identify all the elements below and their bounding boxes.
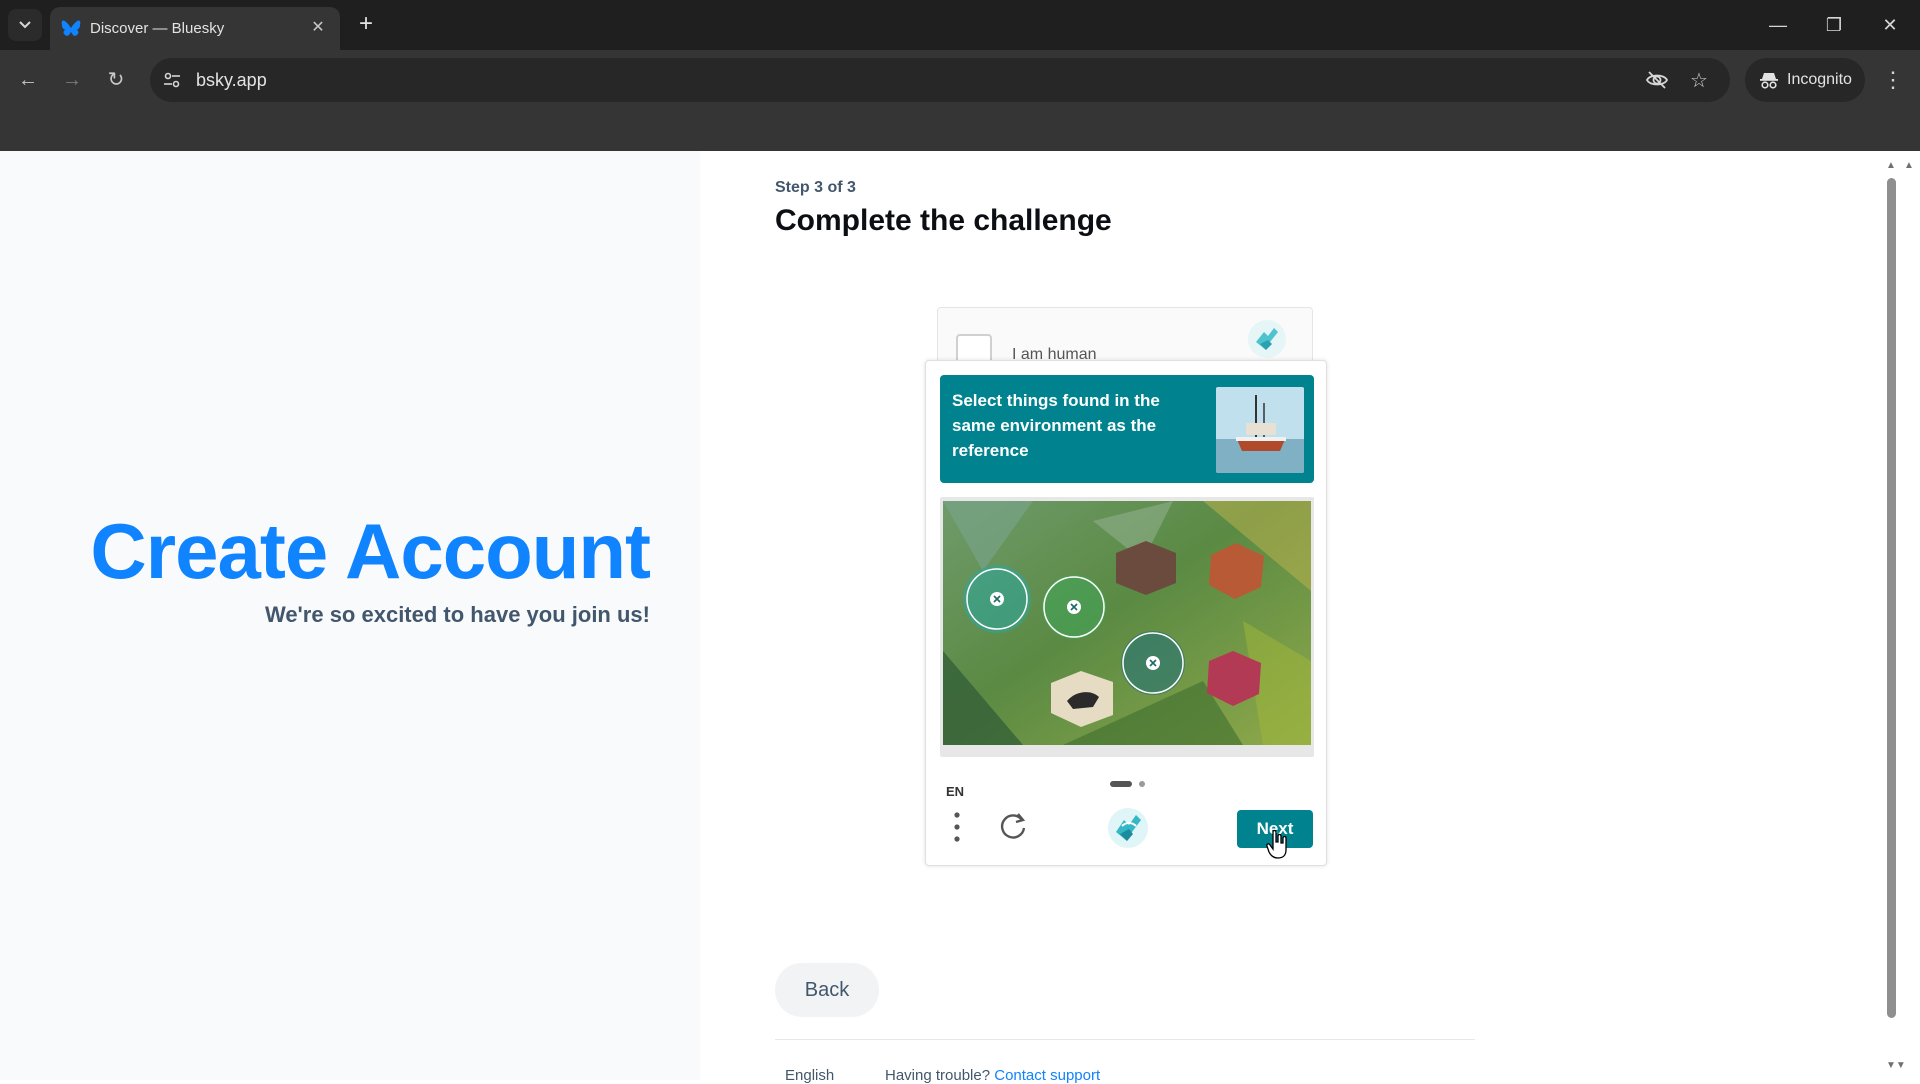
browser-tab[interactable]: Discover — Bluesky ✕ bbox=[50, 7, 340, 50]
captcha-image-area bbox=[940, 497, 1314, 757]
mouse-cursor-icon bbox=[1266, 830, 1287, 859]
more-options-icon[interactable] bbox=[952, 810, 962, 844]
incognito-label: Incognito bbox=[1787, 71, 1852, 88]
page-content: Create Account We're so excited to have … bbox=[0, 151, 1920, 1084]
site-settings-icon[interactable] bbox=[162, 70, 182, 90]
left-panel: Create Account We're so excited to have … bbox=[0, 151, 700, 1080]
contact-support-link[interactable]: Contact support bbox=[994, 1067, 1100, 1084]
forward-arrow-icon[interactable]: → bbox=[56, 64, 88, 96]
address-bar[interactable]: bsky.app ☆ bbox=[150, 58, 1730, 102]
browser-tab-bar: Discover — Bluesky ✕ + — ❐ ✕ bbox=[0, 0, 1920, 50]
scroll-down-icon[interactable]: ▼▼ bbox=[1886, 1060, 1906, 1071]
scroll-up-icon[interactable]: ▲ bbox=[1886, 160, 1896, 171]
footer-language-select[interactable]: English bbox=[785, 1067, 834, 1084]
create-account-subtitle: We're so excited to have you join us! bbox=[264, 602, 650, 627]
restore-icon[interactable]: ❐ bbox=[1814, 10, 1854, 40]
language-selector[interactable]: EN bbox=[946, 784, 964, 799]
incognito-icon bbox=[1760, 73, 1778, 89]
tab-search-button[interactable] bbox=[8, 9, 42, 41]
browser-menu-icon[interactable]: ⋮ bbox=[1880, 64, 1906, 96]
footer-help: Having trouble? Contact support bbox=[885, 1067, 1100, 1084]
browser-toolbar: ← → ↻ bsky.app ☆ Incognito ⋮ bbox=[0, 50, 1920, 158]
scroll-up-icon[interactable]: ▲ bbox=[1904, 160, 1914, 171]
selected-tile-1[interactable] bbox=[963, 565, 1031, 633]
create-account-title: Create Account bbox=[90, 507, 651, 595]
selected-tile-3[interactable] bbox=[1121, 631, 1185, 695]
page-indicator bbox=[1110, 781, 1145, 787]
page-scrollbar[interactable]: ▲ ▲ ▼▼ bbox=[1882, 158, 1914, 1080]
tab-title: Discover — Bluesky bbox=[90, 20, 225, 37]
captcha-challenge: Select things found in the same environm… bbox=[925, 360, 1327, 866]
footer-divider bbox=[775, 1039, 1475, 1040]
refresh-icon[interactable] bbox=[998, 811, 1028, 841]
footer-help-text: Having trouble? bbox=[885, 1067, 991, 1084]
captcha-prompt: Select things found in the same environm… bbox=[940, 375, 1314, 483]
eye-off-icon[interactable] bbox=[1644, 68, 1670, 94]
captcha-canvas[interactable] bbox=[943, 501, 1311, 745]
hcaptcha-logo-icon bbox=[1248, 320, 1286, 358]
url-text: bsky.app bbox=[196, 70, 267, 90]
captcha-prompt-text: Select things found in the same environm… bbox=[952, 391, 1160, 460]
new-tab-button[interactable]: + bbox=[352, 10, 380, 38]
back-button[interactable]: Back bbox=[775, 963, 879, 1017]
hcaptcha-logo-icon[interactable] bbox=[1106, 806, 1150, 850]
scrollbar-thumb[interactable] bbox=[1887, 178, 1896, 1018]
minimize-icon[interactable]: — bbox=[1758, 10, 1798, 40]
back-arrow-icon[interactable]: ← bbox=[12, 64, 44, 96]
bluesky-butterfly-icon bbox=[61, 20, 81, 36]
page-title: Complete the challenge bbox=[775, 204, 1112, 237]
selected-tile-2[interactable] bbox=[1042, 575, 1106, 639]
step-label: Step 3 of 3 bbox=[775, 179, 856, 196]
reference-boat-image bbox=[1216, 387, 1304, 473]
chevron-down-icon bbox=[19, 21, 31, 29]
close-tab-icon[interactable]: ✕ bbox=[308, 18, 328, 38]
incognito-badge[interactable]: Incognito bbox=[1745, 58, 1865, 102]
close-window-icon[interactable]: ✕ bbox=[1870, 10, 1910, 40]
reload-icon[interactable]: ↻ bbox=[100, 64, 132, 96]
star-bookmark-icon[interactable]: ☆ bbox=[1686, 68, 1712, 94]
